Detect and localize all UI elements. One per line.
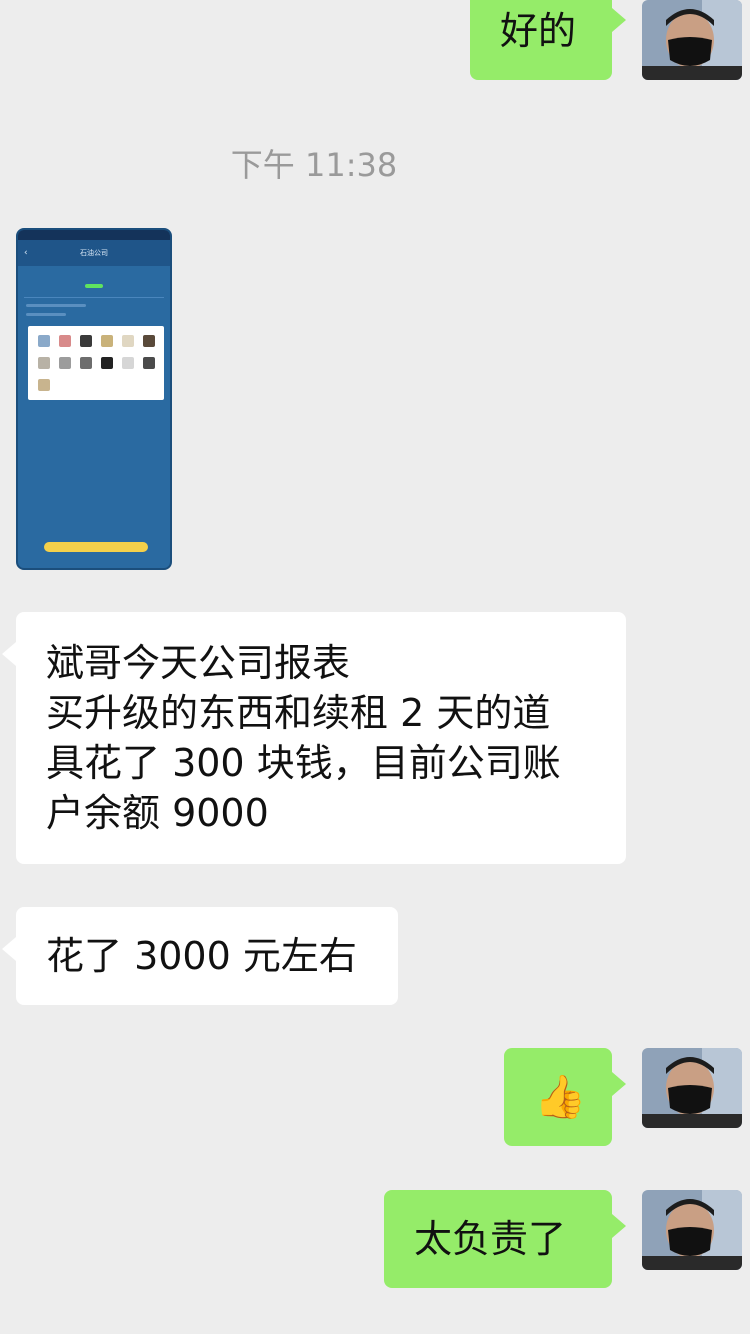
item-thumbnail: [79, 335, 92, 347]
message-text: 花了 3000 元左右: [46, 934, 357, 978]
message-bubble-incoming[interactable]: 斌哥今天公司报表 买升级的东西和续租 2 天的道 具花了 300 块钱，目前公司…: [2, 612, 626, 864]
mini-line: [26, 304, 86, 307]
item-thumbnail: [142, 335, 155, 347]
message-line: 具花了 300 块钱，目前公司账: [46, 741, 561, 785]
mini-header: ‹ 石油公司: [18, 240, 170, 266]
mini-level-row: [24, 274, 164, 298]
image-message[interactable]: ‹ 石油公司: [16, 228, 172, 570]
message-text: 好的: [500, 9, 577, 53]
arrow-icon: [85, 283, 103, 288]
mini-title: 石油公司: [80, 249, 108, 257]
mini-status-bar: [18, 230, 170, 240]
message-bubble-outgoing[interactable]: 太负责了: [384, 1190, 626, 1288]
message-bubble-outgoing[interactable]: 👍: [504, 1048, 626, 1146]
item-thumbnail: [79, 357, 92, 369]
chat-view: 好的 下午 11:38 ‹ 石油公司 斌哥今天公司报表 买升级的东西和续租 2 …: [0, 0, 750, 1334]
item-thumbnail: [58, 335, 71, 347]
message-bubble-incoming[interactable]: 花了 3000 元左右: [2, 907, 398, 1005]
item-thumbnail: [121, 357, 134, 369]
message-line: 户余额 9000: [46, 791, 269, 835]
item-thumbnail: [100, 335, 113, 347]
item-thumbnail: [121, 335, 134, 347]
message-line: 买升级的东西和续租 2 天的道: [46, 691, 551, 735]
message-bubble-outgoing[interactable]: 好的: [470, 0, 626, 80]
user-avatar[interactable]: [642, 1048, 742, 1128]
message-text: 太负责了: [414, 1217, 567, 1261]
item-thumbnail: [37, 357, 50, 369]
item-thumbnail: [58, 357, 71, 369]
item-thumbnail: [142, 357, 155, 369]
item-thumbnail: [37, 335, 50, 347]
mini-line: [26, 313, 66, 316]
thumbs-up-icon: 👍: [534, 1072, 587, 1121]
message-line: 斌哥今天公司报表: [46, 641, 351, 685]
item-thumbnail: [37, 379, 50, 391]
back-icon: ‹: [24, 248, 28, 258]
item-thumbnail: [100, 357, 113, 369]
message-timestamp: 下午 11:38: [230, 146, 398, 184]
user-avatar[interactable]: [642, 1190, 742, 1270]
mini-confirm-button: [44, 542, 148, 552]
mini-item-grid: [28, 326, 164, 400]
user-avatar[interactable]: [642, 0, 742, 80]
